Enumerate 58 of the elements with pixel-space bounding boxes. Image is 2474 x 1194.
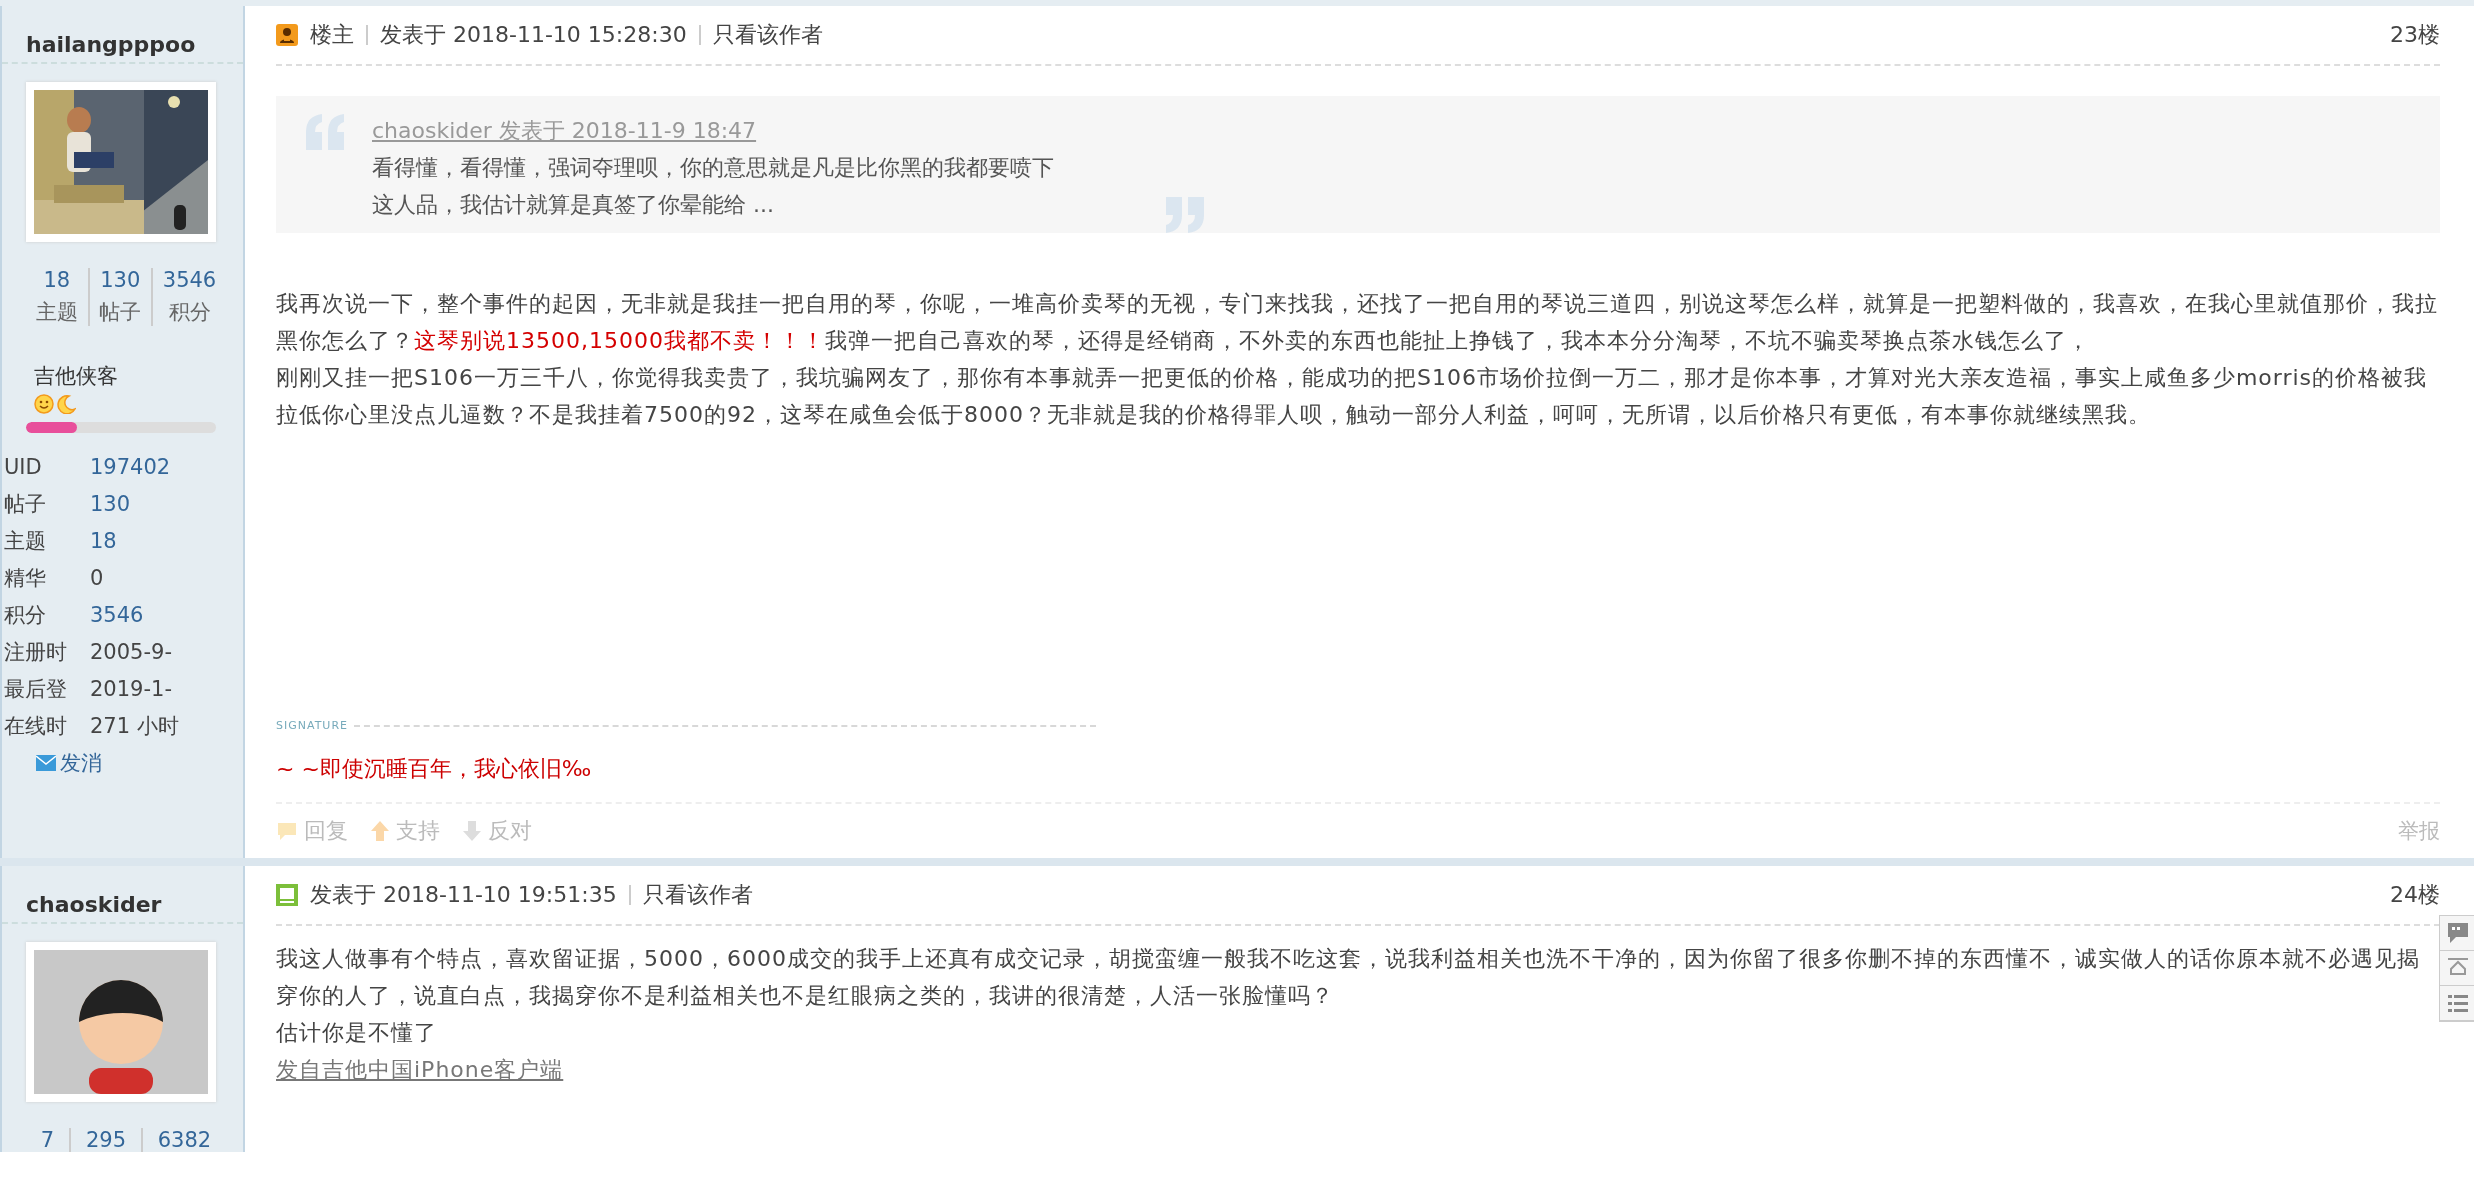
info-value: 2005-9-	[90, 639, 173, 666]
stat-label: 帖子	[99, 299, 142, 326]
smiley-icon	[34, 394, 54, 414]
info-label: 积分	[4, 602, 47, 629]
post-text: 刚刚又挂一把S106一万三千八，你觉得我卖贵了，我坑骗网友了，那你有本事就弄一把更低的价格，能成功的把S106市场价拉倒一万二，那才是你本事，才算对光大亲友造福，事实上咸鱼多少morris的价格被我拉低你心里没点儿逼数？不是我挂着7500的92，这琴在咸鱼会低于8000？无非就是我的价格得罪人呗，触动一部分人利益，呵呵，无所谓，以后价格只有更低，有本事你就继续黑我。	[276, 364, 2429, 429]
quote-text: 这人品，我估计就算是真签了你晕能给 ...	[372, 191, 774, 219]
up-arrow-icon	[370, 820, 390, 842]
comment-icon[interactable]	[2446, 921, 2470, 945]
info-value: 271 小时	[90, 713, 180, 740]
info-link[interactable]: 18	[90, 523, 243, 560]
post-text: 我这人做事有个特点，喜欢留证据，5000，6000成交的我手上还真有成交记录，胡搅蛮缠一般我不吃这套，说我利益相关也洗不干净的，因为你留了很多你删不掉的东西懂不，诚实做人的话你原本就不必遇见揭穿你的人了，说直白点，我揭穿你不是利益相关也不是红眼病之类的，我讲的很清楚，人活一张脸懂吗？	[276, 945, 2421, 1010]
info-value: 0	[90, 565, 105, 592]
author-label: 楼主	[310, 21, 354, 49]
moon-icon	[56, 394, 76, 414]
info-link[interactable]: 3546	[90, 597, 243, 634]
stat-value[interactable]: 6382	[157, 1128, 212, 1152]
avatar-icon	[34, 950, 208, 1094]
info-label: 精华	[4, 565, 47, 592]
author-only-link[interactable]: 只看该作者	[642, 880, 753, 910]
quote-mark-icon	[306, 114, 346, 150]
send-message-link[interactable]: 发消	[36, 749, 102, 777]
post-text: 估计你是不懂了	[276, 1019, 438, 1047]
info-link[interactable]: 197402	[90, 449, 243, 486]
down-arrow-icon	[462, 820, 482, 842]
info-label: 注册时	[4, 639, 68, 666]
floor-number: 24楼	[2390, 881, 2440, 909]
signature-label: SIGNATURE	[276, 719, 348, 732]
info-label: UID	[4, 454, 43, 481]
stat-value[interactable]: 295	[85, 1128, 126, 1152]
user-rank: 吉他侠客	[34, 363, 119, 390]
post-text: 我再次说一下，整个事件的起因，无非就是我挂一把自用的琴，你呢，一堆高价卖琴的无视，专门来找我，还找了一把自用的琴说三道四，别说这琴怎么样，就算是一把塑料做的，我喜欢，在我心里就值那价，我拉黑你怎么了？这琴别说13500,15000我都不卖！！！我弹一把自己喜欢的琴，还得是经销商，不外卖的东西也能扯上挣钱了，我本本分分淘琴，不坑不骗卖琴换点茶水钱怎么了，	[276, 290, 2438, 355]
info-label: 帖子	[4, 491, 47, 518]
envelope-icon	[36, 755, 56, 771]
info-link[interactable]: 130	[90, 486, 243, 523]
stat-label: 主题	[35, 299, 78, 326]
info-label: 在线时	[4, 713, 68, 740]
username[interactable]: hailangpppoo	[2, 6, 243, 64]
stat-value[interactable]: 18	[43, 268, 71, 292]
user-badge-icon	[276, 24, 298, 46]
stat-value[interactable]: 130	[100, 268, 141, 292]
info-value: 2019-1-	[90, 676, 173, 703]
quote-source-link[interactable]: chaoskider 发表于 2018-11-9 18:47	[372, 112, 757, 149]
username[interactable]: chaoskider	[2, 866, 243, 924]
quote-text: 看得懂，看得懂，强词夺理呗，你的意思就是凡是比你黑的我都要喷下	[372, 154, 1054, 182]
post-icon	[276, 884, 298, 906]
signature-text: ~ ~即使沉睡百年，我心依旧‰	[276, 755, 592, 783]
info-label: 主题	[4, 528, 47, 555]
client-link[interactable]: 发自吉他中国iPhone客户端	[276, 1051, 564, 1088]
author-only-link[interactable]: 只看该作者	[712, 20, 823, 50]
post-time: 发表于 2018-11-10 19:51:35	[310, 881, 617, 909]
post-time: 发表于 2018-11-10 15:28:30	[380, 21, 687, 49]
stat-value[interactable]: 3546	[162, 268, 217, 292]
speech-bubble-icon	[276, 821, 298, 841]
stat-value[interactable]: 7	[40, 1128, 55, 1152]
stat-label: 积分	[168, 299, 211, 326]
quote-mark-icon	[1166, 197, 1206, 233]
info-label: 最后登	[4, 676, 68, 703]
floor-number: 23楼	[2390, 21, 2440, 49]
